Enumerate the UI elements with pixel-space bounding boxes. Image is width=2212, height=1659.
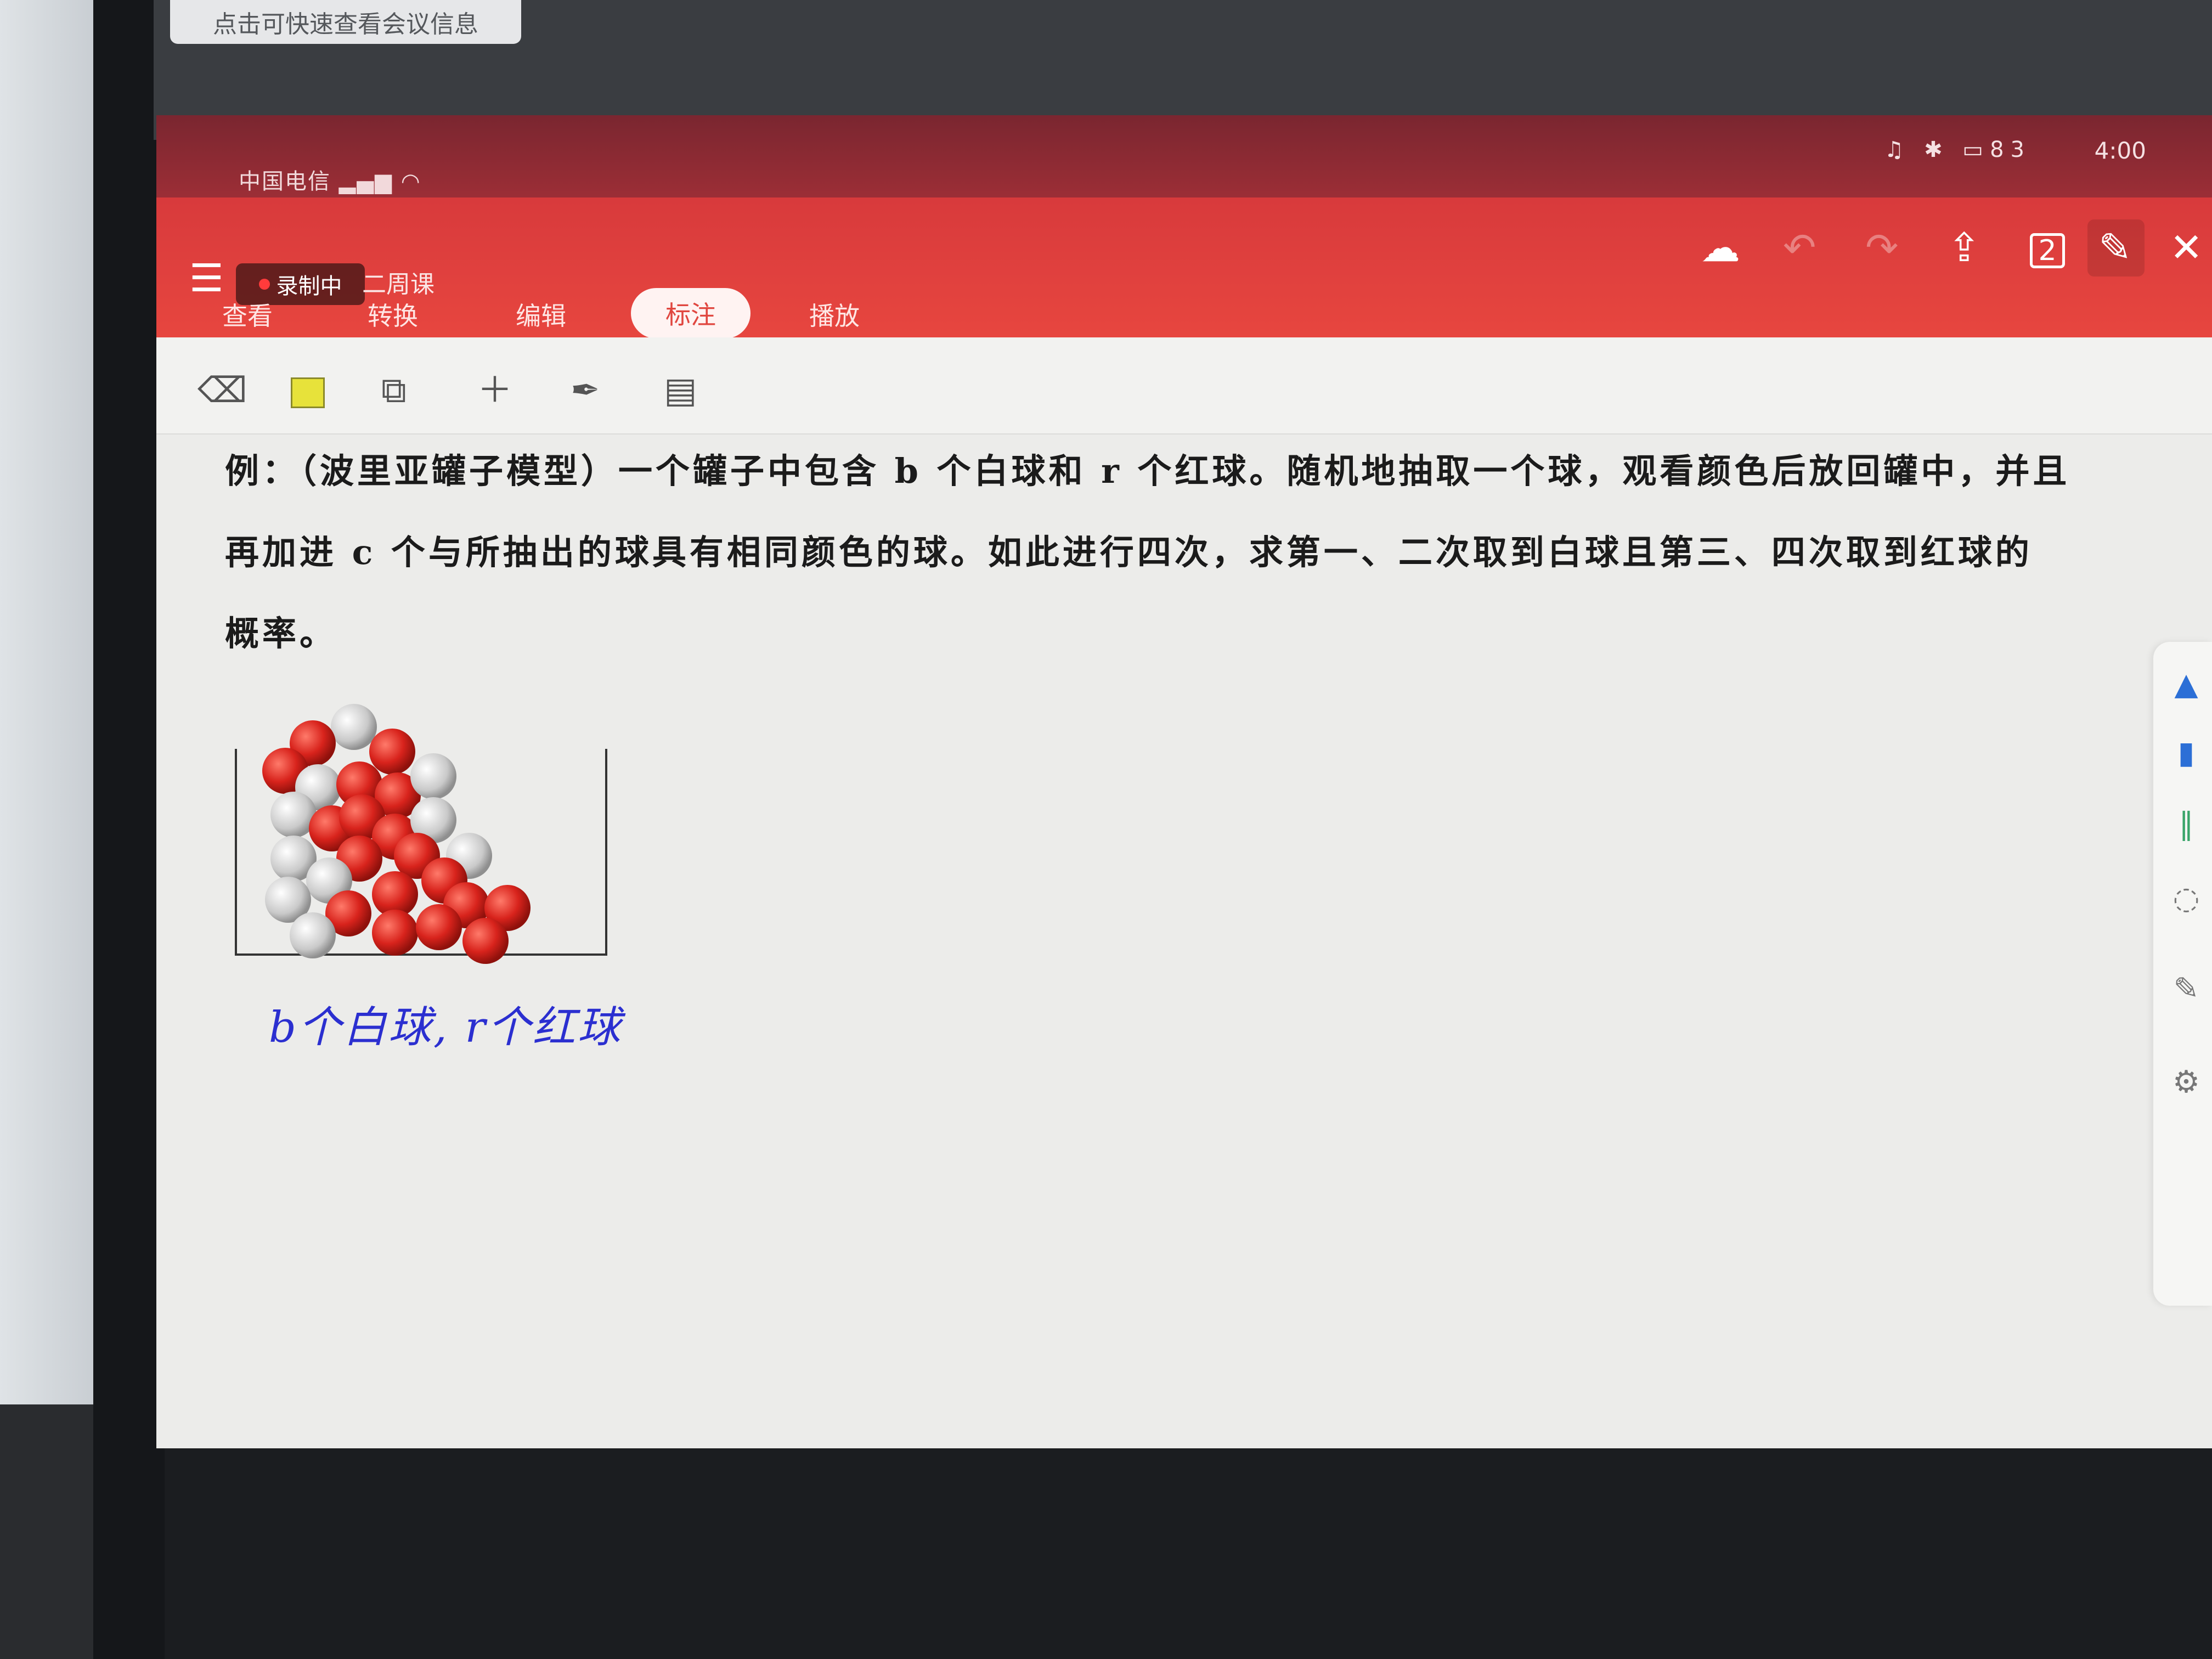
- tab-edit[interactable]: 编辑: [516, 296, 566, 332]
- figure-caption: b个白球, r个红球: [269, 1003, 623, 1052]
- wifi-icon: ◠: [400, 169, 421, 194]
- record-dot-icon: [258, 279, 270, 290]
- battery-level: 83: [1990, 137, 2031, 162]
- app-header: [156, 198, 2212, 337]
- redo-icon[interactable]: ↷: [1865, 228, 1898, 267]
- undo-icon[interactable]: ↶: [1783, 228, 1816, 267]
- add-icon[interactable]: ＋: [477, 373, 512, 408]
- background-wall: [0, 0, 93, 1404]
- question-line-1: 例：（波里亚罐子模型）一个罐子中包含 b 个白球和 r 个红球。随机地抽取一个球…: [225, 451, 2070, 491]
- close-icon[interactable]: ✕: [2170, 228, 2203, 267]
- tab-view[interactable]: 查看: [222, 296, 273, 332]
- status-icons: ♫ ✱ ▭83: [1884, 137, 2031, 162]
- bluetooth-icon: ✱: [1924, 137, 1949, 162]
- highlighter-green-icon[interactable]: ∥: [2164, 806, 2208, 842]
- urn-balls: [262, 704, 531, 964]
- question-text: 例：（波里亚罐子模型）一个罐子中包含 b 个白球和 r 个红球。随机地抽取一个球…: [225, 431, 2205, 674]
- question-line-2: 再加进 c 个与所抽出的球具有相同颜色的球。如此进行四次，求第一、二次取到白球且…: [225, 532, 2033, 572]
- page-count-icon[interactable]: 2: [2030, 233, 2065, 268]
- pencil-icon[interactable]: ✎: [2164, 971, 2208, 1007]
- marker-blue-icon[interactable]: ▮: [2164, 735, 2208, 771]
- status-time: 4:00: [2094, 137, 2146, 164]
- battery-icon: ▭83: [1962, 137, 2031, 162]
- cloud-sync-icon[interactable]: ☁: [1701, 228, 1740, 267]
- question-line-3: 概率。: [225, 613, 337, 653]
- monitor-bottom-bezel: [165, 1448, 2212, 1659]
- pen-icon[interactable]: ✒: [571, 373, 600, 408]
- signal-icon: ▂▄▆: [338, 169, 393, 194]
- lasso-icon[interactable]: ◌: [2164, 881, 2208, 916]
- settings-icon[interactable]: ⚙: [2164, 1064, 2208, 1100]
- record-label: 录制中: [276, 274, 342, 299]
- tab-play[interactable]: 播放: [809, 296, 860, 332]
- tab-annotate[interactable]: 标注: [631, 288, 751, 338]
- carrier-label: 中国电信: [239, 169, 331, 194]
- pen-edit-icon[interactable]: ✎: [2098, 228, 2131, 267]
- document-title: 二周课: [362, 270, 435, 298]
- comment-icon[interactable]: ▤: [664, 373, 697, 408]
- meeting-info-chip[interactable]: 点击可快速查看会议信息: [170, 0, 521, 44]
- tablet-screen: 中国电信 ▂▄▆ ◠ ♫ ✱ ▭83 4:00 ☰ 录制中 二周课 查看 转换 …: [156, 115, 2212, 1448]
- highlight-rect-icon[interactable]: [291, 377, 325, 408]
- tab-convert[interactable]: 转换: [368, 296, 418, 332]
- annotation-toolbar: [156, 337, 2212, 435]
- background-desk: [0, 1404, 93, 1659]
- status-carrier: 中国电信 ▂▄▆ ◠: [239, 163, 421, 195]
- headphones-icon: ♫: [1884, 137, 1911, 162]
- share-icon[interactable]: ⇪: [1948, 228, 1980, 267]
- pen-blue-icon[interactable]: ▲: [2164, 667, 2208, 702]
- copy-icon[interactable]: ⧉: [381, 373, 407, 408]
- urn-illustration: [235, 704, 607, 964]
- page-count: 2: [2038, 234, 2057, 267]
- eraser-icon[interactable]: ⌫: [198, 373, 247, 408]
- menu-icon[interactable]: ☰: [189, 259, 224, 297]
